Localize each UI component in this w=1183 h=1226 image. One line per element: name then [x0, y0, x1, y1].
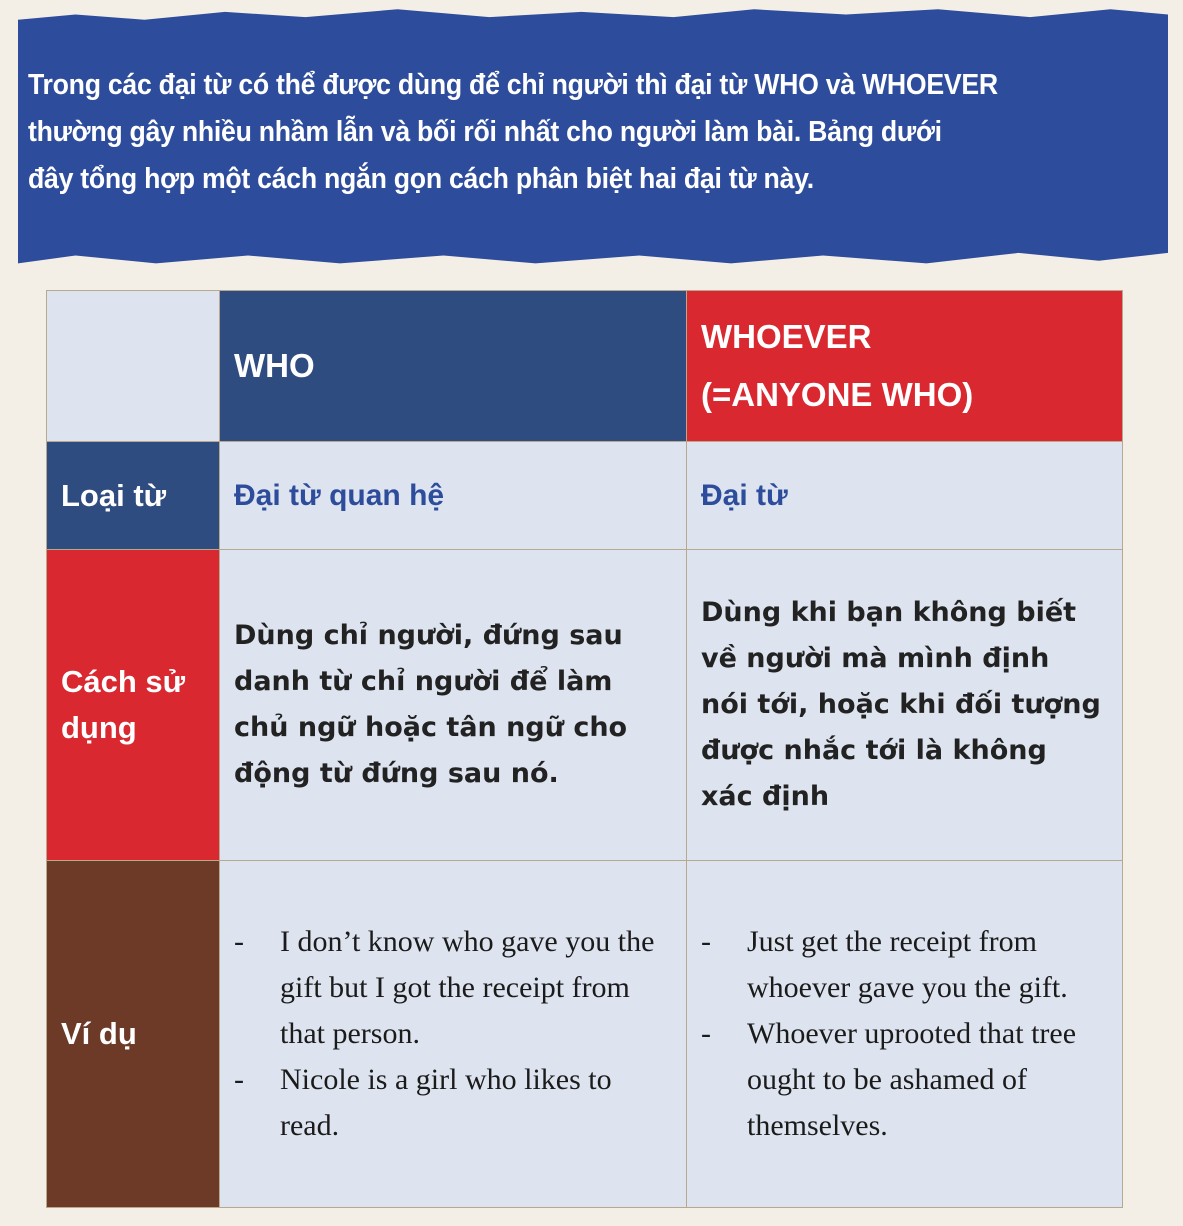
example-item: Nicole is a girl who likes to read. [234, 1057, 670, 1149]
usage-line: được nhắc tới là không [701, 735, 1047, 766]
row-label-type: Loại từ [46, 441, 220, 550]
cell-whoever-usage: Dùng khi bạn không biết về người mà mình… [686, 549, 1123, 861]
intro-line: thường gây nhiều nhầm lẫn và bối rối nhấ… [28, 116, 942, 148]
whoever-usage-text: Dùng khi bạn không biết về người mà mình… [687, 590, 1122, 820]
table-row-example: Ví dụ I don’t know who gave you the gift… [46, 860, 1123, 1208]
cell-who-example: I don’t know who gave you the gift but I… [219, 860, 687, 1208]
usage-line: chủ ngữ hoặc tân ngữ cho [234, 712, 628, 743]
example-item: I don’t know who gave you the gift but I… [234, 919, 670, 1057]
row-label-type-text: Loại từ [61, 477, 167, 513]
table-row-type: Loại từ Đại từ quan hệ Đại từ [46, 441, 1123, 550]
example-item: Just get the receipt from whoever gave y… [701, 919, 1106, 1011]
table-row-usage: Cách sử dụng Dùng chỉ người, đứng sau da… [46, 549, 1123, 861]
usage-line: xác định [701, 781, 830, 812]
intro-text: Trong các đại từ có thể được dùng để chỉ… [28, 62, 1114, 203]
usage-line: động từ đứng sau nó. [234, 758, 559, 789]
cell-who-type: Đại từ quan hệ [219, 441, 687, 550]
header-who-label: WHO [234, 347, 315, 384]
cell-whoever-example: Just get the receipt from whoever gave y… [686, 860, 1123, 1208]
who-example-list: I don’t know who gave you the gift but I… [220, 919, 686, 1149]
usage-line: Dùng chỉ người, đứng sau [234, 620, 623, 651]
cell-who-usage: Dùng chỉ người, đứng sau danh từ chỉ ngư… [219, 549, 687, 861]
header-row: WHO WHOEVER (=ANYONE WHO) [46, 290, 1123, 442]
row-label-example-text: Ví dụ [61, 1016, 137, 1051]
row-label-usage-line: Cách sử [61, 664, 186, 699]
row-label-example: Ví dụ [46, 860, 220, 1208]
usage-line: nói tới, hoặc khi đối tượng [701, 689, 1101, 720]
whoever-type-text: Đại từ [701, 478, 788, 512]
header-whoever: WHOEVER (=ANYONE WHO) [686, 290, 1123, 442]
intro-line: Trong các đại từ có thể được dùng để chỉ… [28, 69, 998, 101]
header-whoever-equivalent: (=ANYONE WHO) [701, 376, 974, 413]
empty-corner-cell [46, 290, 220, 442]
whoever-example-list: Just get the receipt from whoever gave y… [687, 919, 1122, 1149]
who-type-text: Đại từ quan hệ [234, 478, 445, 512]
intro-line: đây tổng hợp một cách ngắn gọn cách phân… [28, 163, 814, 195]
comparison-table: WHO WHOEVER (=ANYONE WHO) Loại từ Đại từ… [46, 290, 1123, 1208]
row-label-usage: Cách sử dụng [46, 549, 220, 861]
row-label-usage-line: dụng [61, 710, 137, 745]
cell-whoever-type: Đại từ [686, 441, 1123, 550]
who-usage-text: Dùng chỉ người, đứng sau danh từ chỉ ngư… [220, 613, 686, 797]
header-whoever-label: WHOEVER [701, 318, 872, 355]
example-item: Whoever uprooted that tree ought to be a… [701, 1011, 1106, 1149]
header-who: WHO [219, 290, 687, 442]
usage-line: về người mà mình định [701, 643, 1050, 674]
usage-line: Dùng khi bạn không biết [701, 597, 1077, 628]
usage-line: danh từ chỉ người để làm [234, 666, 613, 697]
